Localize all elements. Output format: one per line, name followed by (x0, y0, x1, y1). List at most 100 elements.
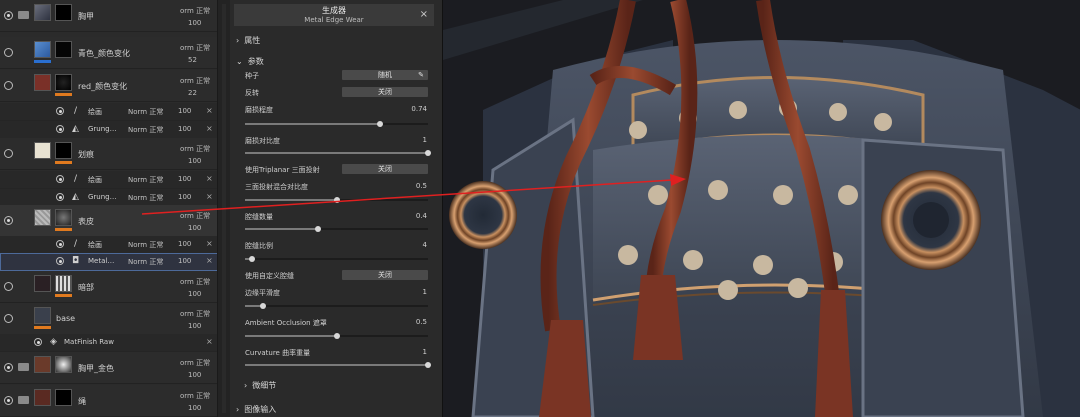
visibility-eye-icon[interactable] (4, 396, 13, 405)
sublayer-grunge[interactable]: ◭ Grung… Norm 正常 100 × (0, 121, 217, 139)
visibility-eye-icon[interactable] (4, 314, 13, 323)
visibility-eye-icon[interactable] (56, 107, 64, 115)
edge-scale-slider[interactable] (245, 256, 428, 262)
seed-random-button[interactable]: 随机 ✎ (342, 70, 428, 80)
sublayer-blend[interactable]: Norm 正常 (128, 107, 163, 117)
wear-contrast-slider[interactable] (245, 150, 431, 156)
visibility-eye-icon[interactable] (56, 175, 64, 183)
ao-slider[interactable] (245, 333, 428, 339)
panel-scrollbar[interactable] (218, 0, 230, 417)
layer-skin[interactable]: 表皮 orm 正常 100 (0, 205, 217, 237)
sublayer-paint[interactable]: / 绘画 Norm 正常 100 × (0, 171, 217, 189)
layer-blend[interactable]: orm 正常 (180, 309, 210, 319)
slider-knob[interactable] (377, 121, 384, 127)
edge-amount-value[interactable]: 0.4 (387, 212, 427, 220)
layer-opacity[interactable]: 100 (188, 322, 201, 330)
visibility-eye-icon[interactable] (4, 48, 13, 57)
section-image-input[interactable]: › 图像输入 (236, 404, 276, 415)
curvature-slider[interactable] (245, 362, 431, 368)
close-icon[interactable]: × (206, 239, 213, 248)
sublayer-metal-edge-wear[interactable]: ◘ Metal… Norm 正常 100 × (0, 253, 217, 271)
layer-base[interactable]: base orm 正常 100 (0, 303, 217, 335)
section-attributes[interactable]: › 属性 (236, 35, 260, 46)
triplanar-toggle[interactable]: 关闭 (342, 164, 428, 174)
layer-blend[interactable]: orm 正常 (180, 43, 210, 53)
sublayer-blend[interactable]: Norm 正常 (128, 125, 163, 135)
visibility-eye-icon[interactable] (56, 240, 64, 248)
visibility-eye-icon[interactable] (4, 282, 13, 291)
tri-blend-slider[interactable] (245, 197, 428, 203)
3d-viewport[interactable] (442, 0, 1080, 417)
edge-amount-slider[interactable] (245, 226, 428, 232)
sublayer-opacity[interactable]: 100 (178, 257, 191, 265)
layer-opacity[interactable]: 100 (188, 157, 201, 165)
invert-toggle[interactable]: 关闭 (342, 87, 428, 97)
layer-scratches[interactable]: 划痕 orm 正常 100 (0, 138, 217, 170)
wear-contrast-value[interactable]: 1 (387, 136, 427, 144)
layer-blend[interactable]: orm 正常 (180, 144, 210, 154)
tri-blend-value[interactable]: 0.5 (387, 182, 427, 190)
layer-dark[interactable]: 暗部 orm 正常 100 (0, 271, 217, 303)
layer-blend[interactable]: orm 正常 (180, 277, 210, 287)
layer-group-chest-gold[interactable]: 胸甲_金色 orm 正常 100 (0, 352, 217, 384)
edge-smooth-value[interactable]: 1 (387, 288, 427, 296)
layer-opacity[interactable]: 100 (188, 19, 201, 27)
wear-level-slider[interactable] (245, 121, 428, 127)
layer-cyan-variation[interactable]: 青色_颜色变化 orm 正常 52 (0, 37, 217, 69)
slider-knob[interactable] (333, 197, 340, 203)
close-icon[interactable]: × (206, 256, 213, 265)
sublayer-blend[interactable]: Norm 正常 (128, 240, 163, 250)
visibility-eye-icon[interactable] (56, 193, 64, 201)
layer-opacity[interactable]: 22 (188, 89, 197, 97)
close-icon[interactable]: × (206, 337, 213, 346)
visibility-eye-icon[interactable] (4, 11, 13, 20)
layer-opacity[interactable]: 100 (188, 290, 201, 298)
edge-scale-value[interactable]: 4 (387, 241, 427, 249)
slider-knob[interactable] (425, 362, 431, 368)
custom-edge-toggle[interactable]: 关闭 (342, 270, 428, 280)
ao-value[interactable]: 0.5 (387, 318, 427, 326)
edge-smooth-slider[interactable] (245, 303, 428, 309)
wear-level-value[interactable]: 0.74 (387, 105, 427, 113)
visibility-eye-icon[interactable] (4, 149, 13, 158)
slider-knob[interactable] (315, 226, 322, 232)
sublayer-opacity[interactable]: 100 (178, 240, 191, 248)
visibility-eye-icon[interactable] (56, 125, 64, 133)
close-icon[interactable]: × (420, 9, 428, 20)
section-fine-detail[interactable]: › 微细节 (244, 380, 276, 391)
sublayer-paint[interactable]: / 绘画 Norm 正常 100 × (0, 236, 217, 254)
sublayer-opacity[interactable]: 100 (178, 125, 191, 133)
slider-knob[interactable] (260, 303, 267, 309)
sublayer-opacity[interactable]: 100 (178, 107, 191, 115)
layer-red-variation[interactable]: red_颜色变化 orm 正常 22 (0, 70, 217, 102)
sublayer-blend[interactable]: Norm 正常 (128, 193, 163, 203)
layer-blend[interactable]: orm 正常 (180, 391, 210, 401)
visibility-eye-icon[interactable] (34, 338, 42, 346)
layer-group-rope[interactable]: 绳 orm 正常 100 (0, 385, 217, 417)
effect-matfinish[interactable]: ◈ MatFinish Raw × (0, 334, 217, 352)
layer-opacity[interactable]: 100 (188, 371, 201, 379)
layer-opacity[interactable]: 100 (188, 224, 201, 232)
sublayer-paint[interactable]: / 绘画 Norm 正常 100 × (0, 103, 217, 121)
visibility-eye-icon[interactable] (4, 81, 13, 90)
close-icon[interactable]: × (206, 124, 213, 133)
sublayer-blend[interactable]: Norm 正常 (128, 175, 163, 185)
sublayer-blend[interactable]: Norm 正常 (128, 257, 163, 267)
slider-knob[interactable] (425, 150, 431, 156)
slider-knob[interactable] (333, 333, 340, 339)
sublayer-opacity[interactable]: 100 (178, 193, 191, 201)
close-icon[interactable]: × (206, 192, 213, 201)
layer-blend[interactable]: orm 正常 (180, 6, 210, 16)
layer-blend[interactable]: orm 正常 (180, 358, 210, 368)
slider-knob[interactable] (249, 256, 256, 262)
layer-blend[interactable]: orm 正常 (180, 211, 210, 221)
visibility-eye-icon[interactable] (4, 216, 13, 225)
section-parameters[interactable]: ⌄ 参数 (236, 56, 264, 67)
layer-opacity[interactable]: 52 (188, 56, 197, 64)
layer-blend[interactable]: orm 正常 (180, 76, 210, 86)
layer-opacity[interactable]: 100 (188, 404, 201, 412)
visibility-eye-icon[interactable] (4, 363, 13, 372)
sublayer-opacity[interactable]: 100 (178, 175, 191, 183)
close-icon[interactable]: × (206, 106, 213, 115)
layer-group-chest[interactable]: 胸甲 orm 正常 100 (0, 0, 217, 32)
